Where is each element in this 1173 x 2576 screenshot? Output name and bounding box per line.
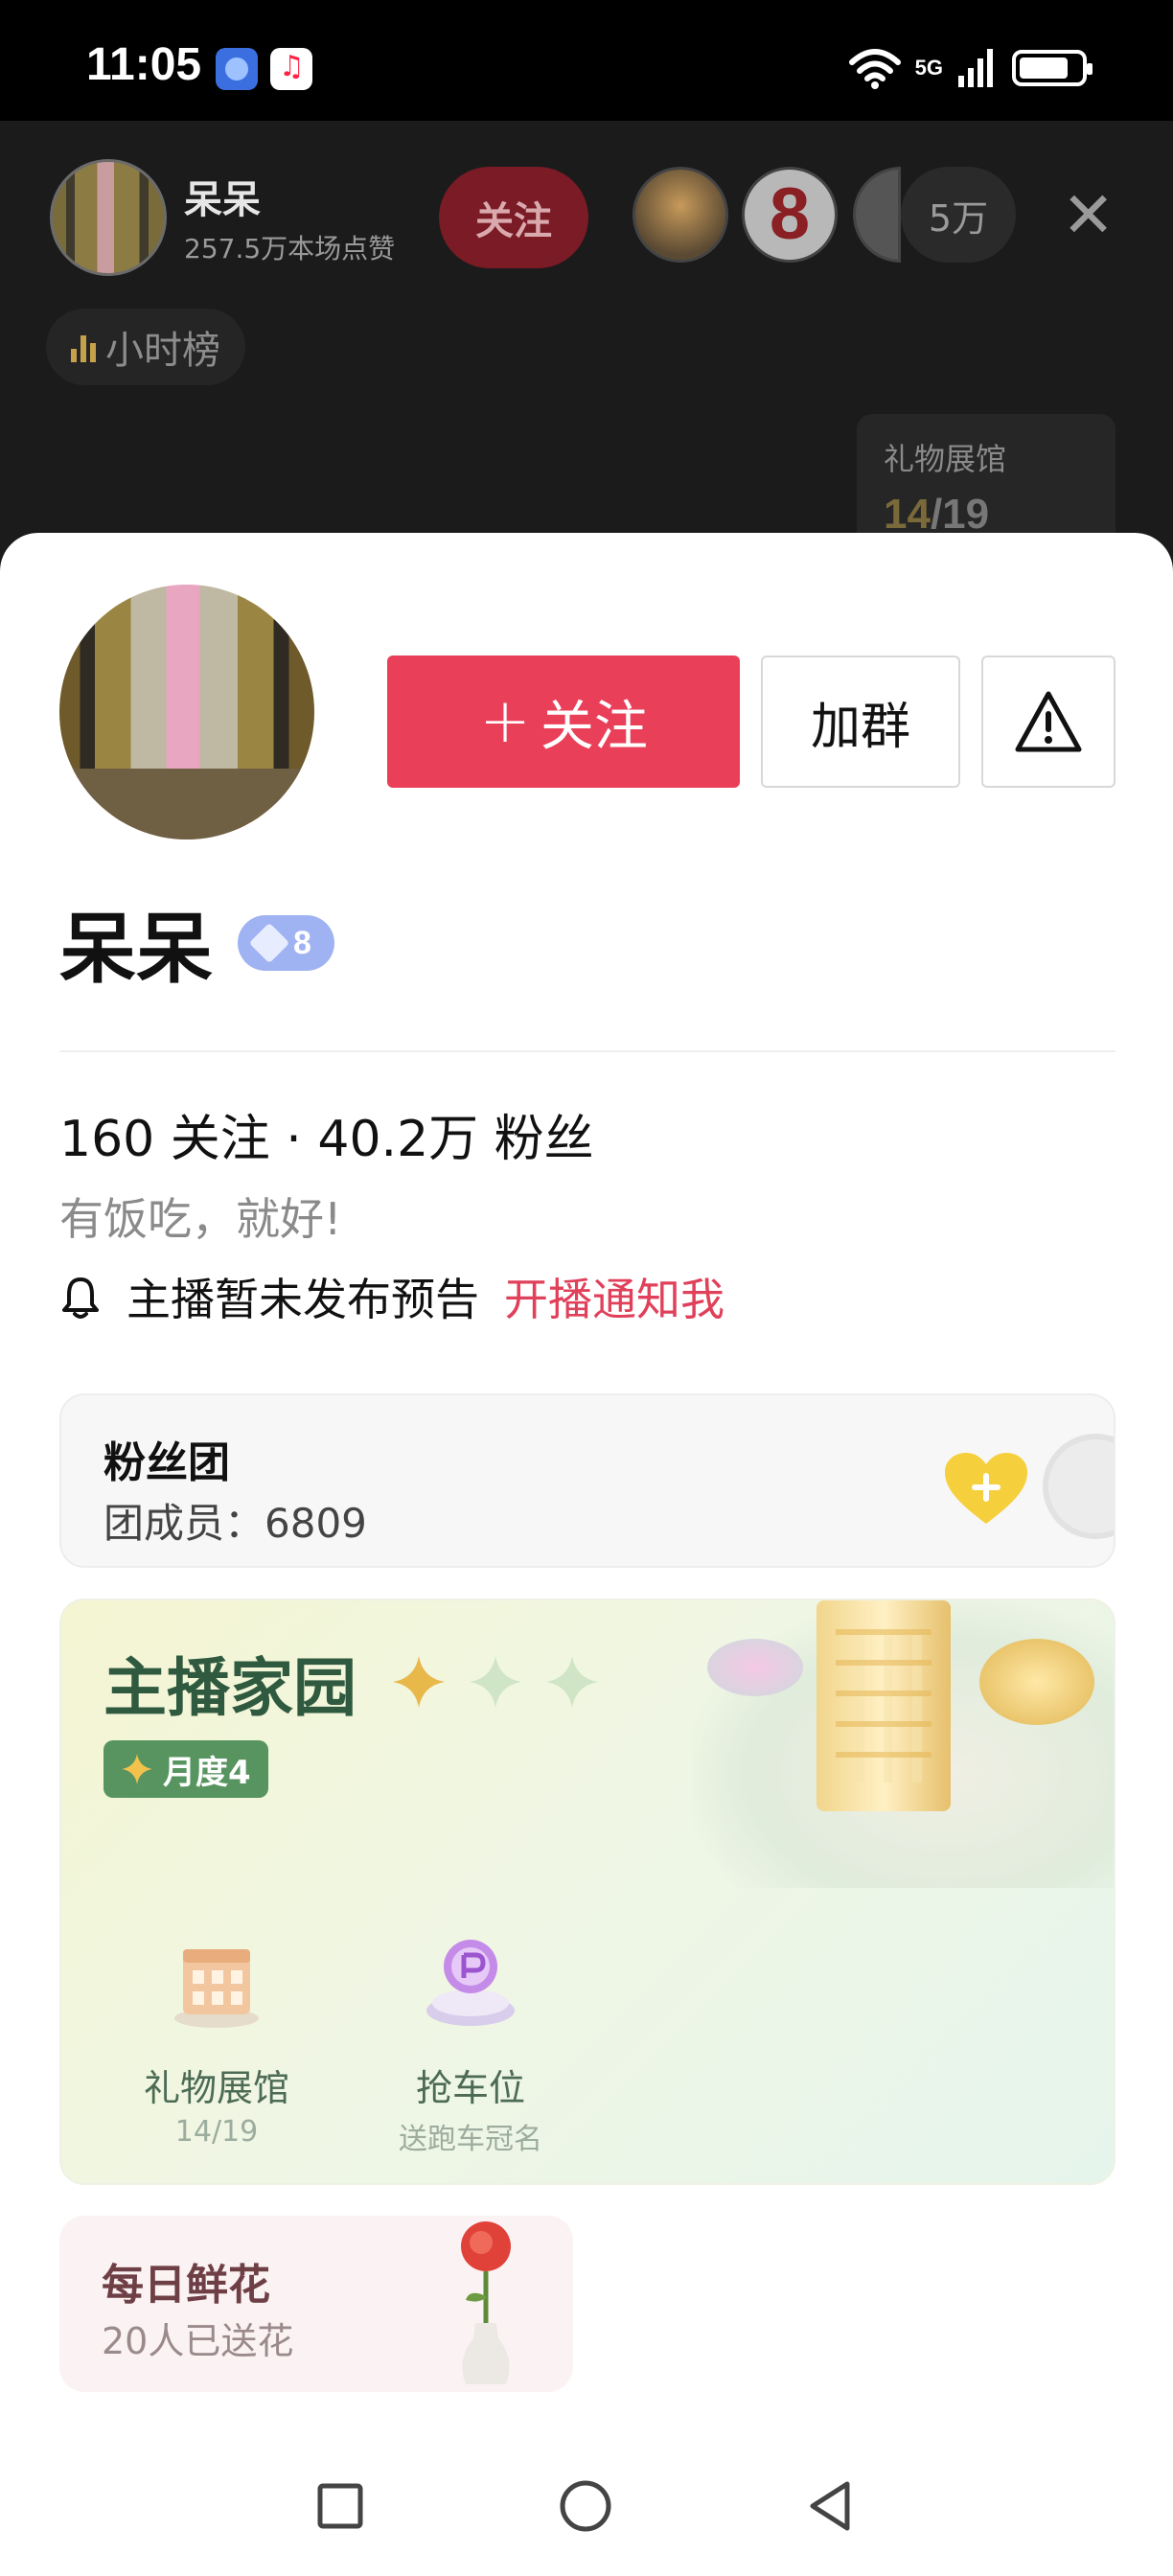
join-group-button[interactable]: 加群 <box>761 656 960 788</box>
feature-gift-hall[interactable]: 礼物展馆 14/19 <box>132 1926 301 2149</box>
sparkle-icon <box>122 1754 152 1784</box>
system-nav-bar <box>0 2434 1173 2576</box>
plus-icon: + <box>479 686 531 757</box>
month-badge: 月度4 <box>104 1740 268 1798</box>
fan-club-badge-icon <box>1043 1434 1114 1539</box>
tower-illustration <box>816 1600 951 1811</box>
host-home-title: 主播家园 <box>104 1651 356 1725</box>
live-follow-button[interactable]: 关注 <box>439 167 588 268</box>
host-likes: 257.5万本场点赞 <box>184 233 396 264</box>
signal-icon <box>958 49 993 87</box>
level-badge[interactable]: 8 <box>238 915 334 971</box>
home-illustration <box>692 1600 1114 1888</box>
host-info[interactable]: 呆呆 257.5万本场点赞 <box>50 159 395 276</box>
daily-flower-title: 每日鲜花 <box>102 2261 270 2310</box>
host-meta: 呆呆 257.5万本场点赞 <box>184 169 395 266</box>
building-icon <box>174 1949 259 2028</box>
follow-button[interactable]: + 关注 <box>387 656 740 788</box>
viewer-count[interactable]: 5万 <box>901 167 1016 263</box>
host-name: 呆呆 <box>184 178 261 222</box>
wifi-icon <box>848 49 901 89</box>
warning-icon <box>1015 691 1082 752</box>
gift-hall-count: 14/19 <box>884 491 990 538</box>
music-app-icon <box>270 48 312 90</box>
gift-hall-label: 礼物展馆 <box>884 441 1007 477</box>
fan-club-title: 粉丝团 <box>104 1438 230 1487</box>
network-type: 5G <box>914 56 943 80</box>
home-nav-icon[interactable] <box>552 2472 619 2540</box>
name-row: 呆呆 8 <box>59 887 334 999</box>
month-badge-label: 月度4 <box>163 1753 251 1792</box>
sparkle-icon <box>470 1656 521 1708</box>
back-nav-icon[interactable] <box>797 2472 864 2540</box>
host-home-card[interactable]: 主播家园 月度4 礼物展馆 14/19 抢车位 送跑车冠名 <box>59 1598 1116 2185</box>
pad-illustration <box>707 1639 803 1696</box>
notice-text: 主播暂未发布预告 <box>126 1274 479 1325</box>
recents-nav-icon[interactable] <box>307 2472 374 2540</box>
trophy-illustration <box>979 1639 1094 1725</box>
divider <box>59 1050 1116 1052</box>
profile-avatar[interactable] <box>59 585 314 840</box>
daily-flower-card[interactable]: 每日鲜花 20人已送花 <box>59 2216 573 2392</box>
fan-club-members: 团成员：6809 <box>104 1500 367 1547</box>
viewer-rank-badge[interactable]: 8 <box>742 167 838 263</box>
parking-badge-icon <box>426 1940 515 2026</box>
stream-notice-row: 主播暂未发布预告 开播通知我 <box>59 1265 724 1328</box>
follow-button-label: 关注 <box>540 695 648 758</box>
daily-flower-sub: 20人已送花 <box>102 2320 294 2362</box>
feature-sub: 送跑车冠名 <box>399 2123 542 2156</box>
feature-label: 礼物展馆 <box>143 2067 289 2109</box>
hour-rank-button[interactable]: 小时榜 <box>46 309 245 385</box>
profile-bio: 有饭吃，就好! <box>59 1193 342 1245</box>
heart-icon[interactable] <box>943 1451 1029 1528</box>
battery-icon <box>1012 50 1092 86</box>
feature-parking[interactable]: 抢车位 送跑车冠名 <box>380 1926 562 2157</box>
rank-bars-icon <box>71 332 96 362</box>
bell-icon <box>62 1277 99 1319</box>
fan-club-card[interactable]: 粉丝团 团成员：6809 <box>59 1393 1116 1568</box>
live-room-backdrop: 呆呆 257.5万本场点赞 关注 8 5万 ✕ 小时榜 礼物展馆 14/19 <box>0 121 1173 581</box>
browser-app-icon <box>216 48 258 90</box>
feature-sub: 14/19 <box>174 2115 259 2149</box>
status-time: 11:05 <box>86 39 202 90</box>
viewer-avatar[interactable] <box>632 167 728 263</box>
follow-stats[interactable]: 160 关注 · 40.2万 粉丝 <box>59 1098 594 1170</box>
hour-rank-label: 小时榜 <box>105 329 220 373</box>
notify-me-link[interactable]: 开播通知我 <box>504 1265 724 1328</box>
report-button[interactable] <box>981 656 1116 788</box>
close-icon[interactable]: ✕ <box>1062 184 1115 247</box>
level-value: 8 <box>293 924 311 961</box>
status-indicators: 5G <box>848 44 1092 92</box>
feature-label: 抢车位 <box>415 2067 525 2109</box>
home-level-stars <box>391 1654 600 1710</box>
profile-name: 呆呆 <box>59 905 213 994</box>
viewer-avatar[interactable] <box>853 167 901 263</box>
host-avatar[interactable] <box>50 159 167 276</box>
status-bar: 11:05 5G <box>0 0 1173 121</box>
profile-sheet: + 关注 加群 呆呆 8 160 关注 · 40.2万 粉丝 有饭吃，就好! 主… <box>0 533 1173 2576</box>
sparkle-icon <box>393 1656 445 1708</box>
diamond-icon <box>248 922 290 964</box>
rose-vase-icon <box>461 2221 511 2384</box>
sparkle-icon <box>546 1656 598 1708</box>
